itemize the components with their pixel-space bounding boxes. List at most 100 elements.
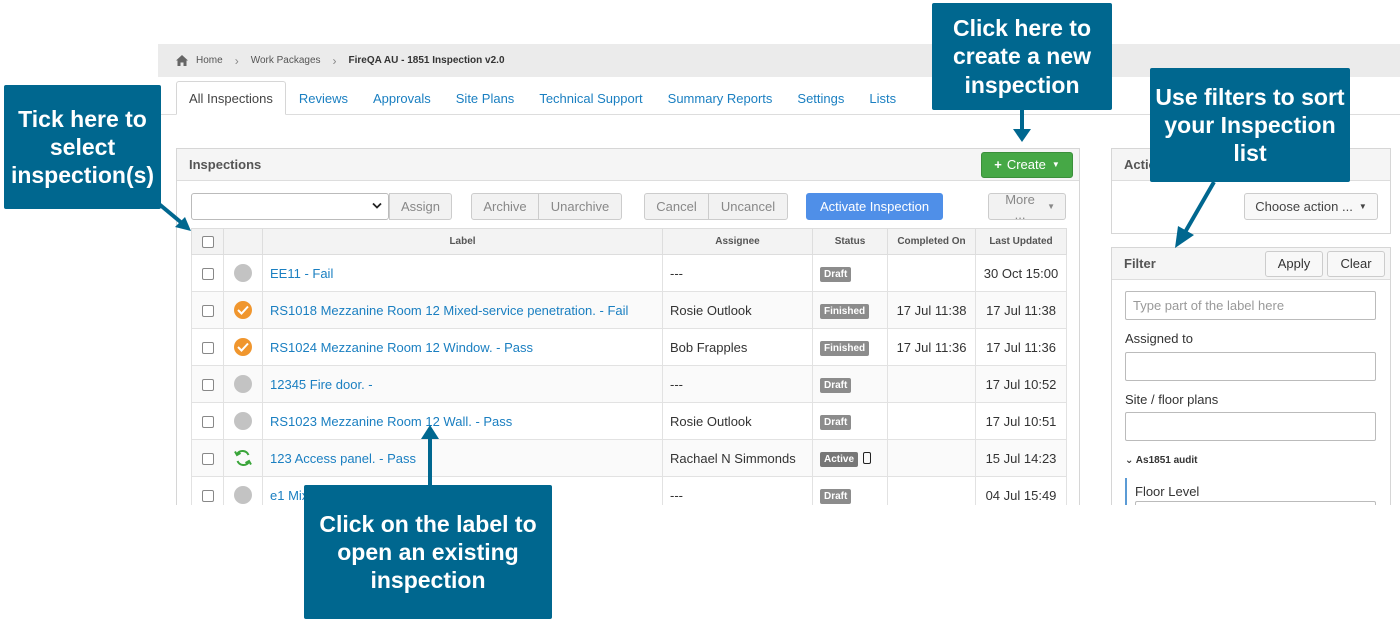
row-status-cell: Draft	[812, 365, 888, 403]
row-assignee: Rachael N Simmonds	[662, 439, 813, 477]
table-row: RS1024 Mezzanine Room 12 Window. - Pass …	[191, 328, 1067, 366]
inspections-title: Inspections	[189, 157, 262, 172]
status-badge: Finished	[820, 340, 870, 356]
row-state-cell	[223, 328, 263, 366]
label-column-header[interactable]: Label	[262, 228, 663, 255]
tab-all-inspections[interactable]: All Inspections	[176, 81, 286, 115]
row-checkbox[interactable]	[201, 342, 214, 355]
cancel-button[interactable]: Cancel	[644, 193, 709, 220]
table-header-row: Label Assignee Status Completed On Last …	[191, 228, 1067, 255]
row-select-cell	[191, 254, 224, 292]
create-button[interactable]: + Create ▼	[981, 151, 1073, 178]
row-checkbox[interactable]	[201, 490, 214, 503]
row-state-cell	[223, 439, 263, 477]
row-assignee: ---	[662, 365, 813, 403]
tab-lists[interactable]: Lists	[857, 81, 908, 115]
assignee-select[interactable]	[191, 193, 389, 220]
assign-button[interactable]: Assign	[389, 193, 452, 220]
audit-section-toggle[interactable]: ⌄ As1851 audit	[1125, 455, 1198, 466]
chevron-down-icon	[372, 202, 382, 209]
row-checkbox[interactable]	[201, 268, 214, 281]
row-status-cell: Finished	[812, 291, 888, 329]
assignee-column-header[interactable]: Assignee	[662, 228, 813, 255]
breadcrumb-home[interactable]: Home	[196, 55, 223, 66]
tab-reviews[interactable]: Reviews	[287, 81, 360, 115]
row-checkbox[interactable]	[201, 305, 214, 318]
table-row: EE11 - Fail --- Draft 30 Oct 15:00	[191, 254, 1067, 292]
caret-down-icon: ▼	[1047, 202, 1055, 211]
row-last-updated: 17 Jul 11:36	[975, 328, 1067, 366]
row-status-cell: Finished	[812, 328, 888, 366]
assigned-to-input[interactable]	[1125, 352, 1376, 381]
row-checkbox[interactable]	[201, 453, 214, 466]
unarchive-button[interactable]: Unarchive	[538, 193, 622, 220]
tab-summary-reports[interactable]: Summary Reports	[656, 81, 785, 115]
callout-label: Click on the label to open an existing i…	[304, 485, 552, 619]
last-updated-column-header[interactable]: Last Updated	[975, 228, 1067, 255]
row-last-updated: 15 Jul 14:23	[975, 439, 1067, 477]
floor-level-input[interactable]	[1135, 501, 1376, 505]
activate-inspection-button[interactable]: Activate Inspection	[806, 193, 943, 220]
tab-bar: All Inspections Reviews Approvals Site P…	[176, 81, 909, 115]
check-circle-icon	[234, 301, 252, 319]
row-checkbox[interactable]	[201, 416, 214, 429]
row-checkbox[interactable]	[201, 379, 214, 392]
inspections-panel-header: Inspections + Create ▼	[177, 149, 1079, 181]
uncancel-button[interactable]: Uncancel	[708, 193, 788, 220]
tab-approvals[interactable]: Approvals	[361, 81, 443, 115]
tab-settings[interactable]: Settings	[785, 81, 856, 115]
choose-action-button[interactable]: Choose action ... ▼	[1244, 193, 1378, 220]
archive-button[interactable]: Archive	[471, 193, 539, 220]
breadcrumb-work-packages[interactable]: Work Packages	[251, 55, 321, 66]
row-state-cell	[223, 402, 263, 440]
section-indent-line	[1125, 478, 1127, 505]
apply-button[interactable]: Apply	[1265, 250, 1323, 277]
row-label-cell: RS1024 Mezzanine Room 12 Window. - Pass	[262, 328, 663, 366]
grey-dot-icon	[234, 412, 252, 430]
row-state-cell	[223, 291, 263, 329]
create-button-label: Create	[1006, 157, 1046, 172]
inspection-label-link[interactable]: 123 Access panel. - Pass	[270, 451, 416, 466]
row-completed-on: 17 Jul 11:38	[887, 291, 976, 329]
inspection-label-link[interactable]: EE11 - Fail	[270, 266, 333, 281]
row-state-cell	[223, 365, 263, 403]
filter-panel: Filter Apply Clear Type part of the label…	[1111, 247, 1391, 505]
status-badge: Draft	[820, 266, 852, 282]
inspection-label-link[interactable]: RS1018 Mezzanine Room 12 Mixed-service p…	[270, 303, 628, 318]
row-select-cell	[191, 402, 224, 440]
site-floor-plans-label: Site / floor plans	[1125, 392, 1219, 407]
status-badge: Draft	[820, 377, 852, 393]
grey-dot-icon	[234, 264, 252, 282]
more-button[interactable]: More ... ▼	[988, 192, 1066, 222]
tab-technical-support[interactable]: Technical Support	[527, 81, 654, 115]
row-last-updated: 04 Jul 15:49	[975, 476, 1067, 505]
row-last-updated: 17 Jul 10:52	[975, 365, 1067, 403]
home-icon[interactable]	[176, 55, 188, 66]
audit-section-label: As1851 audit	[1135, 455, 1198, 466]
row-state-cell	[223, 476, 263, 505]
inspection-label-link[interactable]: e1 Mix	[270, 488, 308, 503]
row-completed-on	[887, 254, 976, 292]
chevron-right-icon: ›	[234, 53, 239, 68]
row-completed-on	[887, 365, 976, 403]
floor-level-label: Floor Level	[1135, 484, 1200, 499]
completed-on-column-header[interactable]: Completed On	[887, 228, 976, 255]
status-column-header[interactable]: Status	[812, 228, 888, 255]
inspection-label-link[interactable]: RS1024 Mezzanine Room 12 Window. - Pass	[270, 340, 533, 355]
tab-site-plans[interactable]: Site Plans	[444, 81, 527, 115]
inspection-label-link[interactable]: RS1023 Mezzanine Room 12 Wall. - Pass	[270, 414, 512, 429]
site-floor-plans-input[interactable]	[1125, 412, 1376, 441]
row-assignee: Rosie Outlook	[662, 402, 813, 440]
callout-create: Click here to create a new inspection	[932, 3, 1112, 110]
inspection-label-link[interactable]: 12345 Fire door. -	[270, 377, 373, 392]
row-assignee: Rosie Outlook	[662, 291, 813, 329]
clear-button[interactable]: Clear	[1327, 250, 1385, 277]
inspections-toolbar: Assign Archive Unarchive Cancel Uncancel…	[191, 192, 1071, 222]
row-label-cell: RS1018 Mezzanine Room 12 Mixed-service p…	[262, 291, 663, 329]
row-completed-on	[887, 476, 976, 505]
row-assignee: ---	[662, 254, 813, 292]
select-all-checkbox[interactable]	[201, 235, 214, 248]
table-row: RS1018 Mezzanine Room 12 Mixed-service p…	[191, 291, 1067, 329]
label-filter-input[interactable]: Type part of the label here	[1125, 291, 1376, 320]
caret-down-icon: ▼	[1358, 202, 1367, 211]
